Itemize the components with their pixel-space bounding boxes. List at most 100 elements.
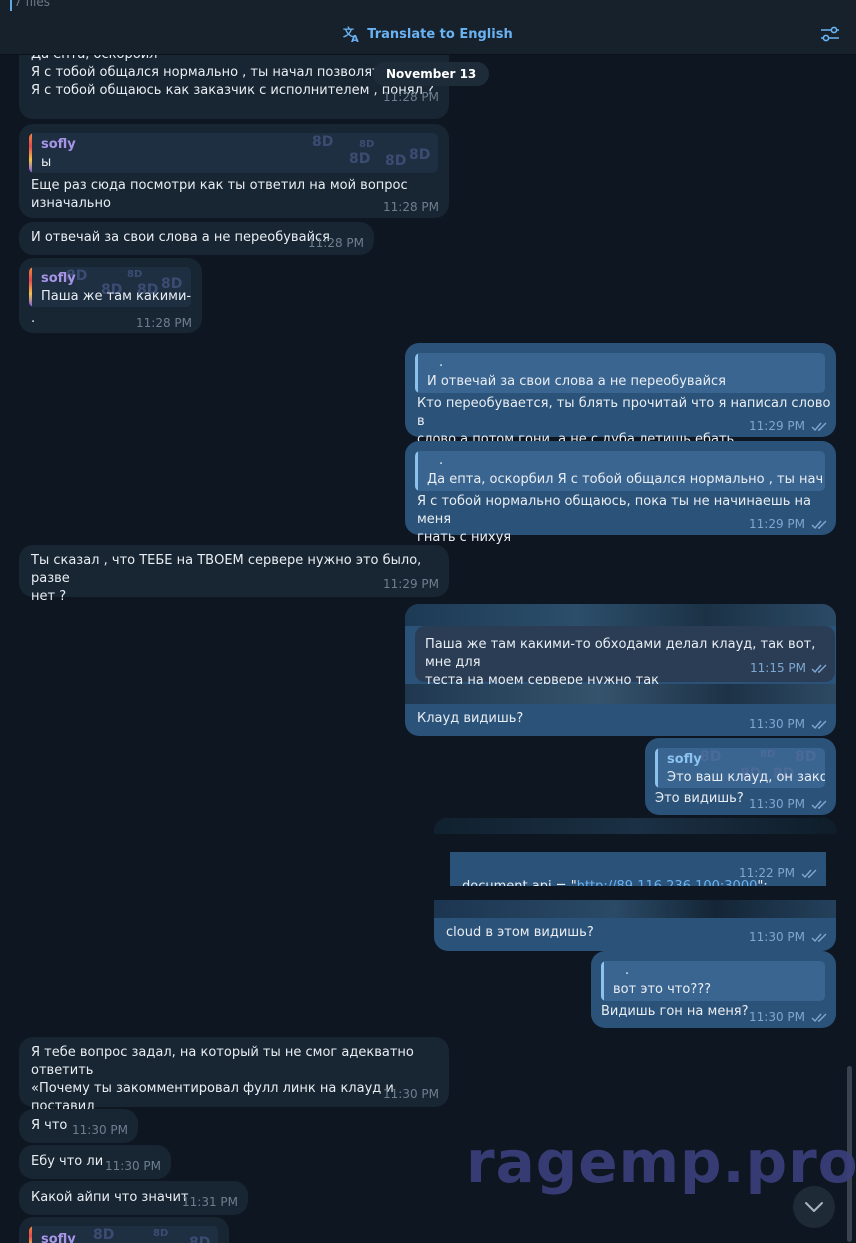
shared-files-strip[interactable]: 7 files — [0, 0, 856, 15]
reply-pattern: 8D — [349, 151, 371, 167]
read-receipt-icon — [811, 720, 827, 730]
message-time: 11:29 PM — [749, 517, 805, 531]
reply-accent-bar — [415, 353, 418, 393]
reply-author: . — [625, 963, 630, 978]
scroll-to-bottom-button[interactable] — [793, 1186, 835, 1228]
message-text: Клауд видишь? — [417, 711, 524, 726]
incoming-message[interactable]: 8D 8D 8D 8D 8D sofly ы Еще раз сюда посм… — [19, 124, 449, 218]
message-text: Ебу что ли — [31, 1154, 104, 1169]
incoming-message[interactable]: Какой айпи что значит 11:31 PM — [19, 1181, 248, 1215]
reply-author: . — [439, 355, 444, 370]
message-time: 11:31 PM — [182, 1195, 238, 1209]
reply-text: И отвечай за свои слова а не переобувайс… — [427, 374, 726, 389]
outgoing-message[interactable]: . вот это что??? Видишь гон на меня? 11:… — [591, 951, 836, 1028]
message-time: 11:30 PM — [749, 717, 805, 731]
incoming-message[interactable]: 8D 8D 8D sofly — [19, 1217, 229, 1243]
media-preview[interactable] — [405, 604, 836, 626]
files-count: 7 files — [10, 0, 50, 11]
reply-pattern: 8D — [700, 749, 722, 765]
reply-accent-bar — [655, 748, 658, 788]
message-text: Какой айпи что значит — [31, 1190, 189, 1205]
message-text: . — [31, 311, 36, 326]
reply-accent-bar — [29, 267, 32, 307]
reply-author: sofly — [41, 1232, 76, 1243]
reply-preview[interactable]: . Да епта, оскорбил Я с тобой общался но… — [415, 451, 825, 491]
reply-text: ы — [41, 155, 52, 170]
reply-author: sofly — [41, 271, 76, 286]
chevron-down-icon — [805, 1202, 823, 1212]
code-gap — [434, 852, 450, 886]
message-time: 11:30 PM — [749, 930, 805, 944]
watermark-logo: ragemp.pro — [466, 1128, 856, 1196]
incoming-message[interactable]: Ебу что ли 11:30 PM — [19, 1145, 171, 1179]
message-time: 11:28 PM — [308, 236, 364, 250]
read-receipt-icon — [811, 933, 827, 943]
incoming-message[interactable]: Ты сказал , что ТЕБЕ на ТВОЕМ сервере ну… — [19, 545, 449, 604]
read-receipt-icon — [811, 800, 827, 810]
outgoing-message[interactable]: document.api = "http://89.116.236.100:30… — [434, 818, 836, 951]
reply-text: Да епта, оскорбил Я с тобой общался норм… — [427, 472, 823, 487]
reply-accent-bar — [29, 1226, 32, 1243]
code-gap — [434, 834, 836, 852]
message-text: И отвечай за свои слова а не переобувайс… — [31, 230, 330, 245]
incoming-message[interactable]: И отвечай за свои слова а не переобувайс… — [19, 222, 374, 255]
message-text: Еще раз сюда посмотри как ты ответил на … — [31, 178, 408, 211]
forwarded-bubble[interactable]: Паша же там какими-то обходами делал кла… — [415, 626, 835, 688]
outgoing-message[interactable]: 8D 8D 8D 8D 8D sofly Это ваш клауд, он з… — [645, 738, 836, 815]
reply-pattern: 8D — [93, 1227, 115, 1243]
message-text: Я что — [31, 1118, 68, 1133]
message-time: 11:29 PM — [749, 419, 805, 433]
message-text: Видишь гон на меня? — [601, 1004, 749, 1019]
chat-history[interactable]: Да епта, оскорбил Я с тобой общался норм… — [0, 55, 842, 1243]
reply-pattern: 8D — [409, 147, 431, 163]
message-time: 11:28 PM — [383, 200, 439, 214]
settings-sliders-icon[interactable] — [820, 25, 840, 43]
reply-text: Это ваш клауд, он зако... — [667, 770, 825, 785]
message-time: 11:29 PM — [383, 577, 439, 591]
message-time: 11:30 PM — [105, 1159, 161, 1173]
reply-preview[interactable]: 8D 8D 8D 8D 8D sofly ы — [29, 133, 438, 173]
media-preview[interactable] — [434, 900, 836, 918]
translate-bar: 文 A Translate to English — [0, 14, 856, 55]
reply-author: . — [439, 453, 444, 468]
translate-button[interactable]: 文 A Translate to English — [343, 25, 512, 43]
reply-preview[interactable]: 8D 8D 8D 8D 8D sofly Это ваш клауд, он з… — [655, 748, 825, 788]
outgoing-message[interactable]: Паша же там какими-то обходами делал кла… — [405, 604, 836, 736]
code-message[interactable]: document.api = "http://89.116.236.100:30… — [450, 852, 826, 894]
reply-preview[interactable]: . И отвечай за свои слова а не переобува… — [415, 353, 825, 393]
reply-preview[interactable]: . вот это что??? — [601, 961, 825, 1001]
read-receipt-icon — [811, 664, 827, 674]
reply-pattern: 8D — [359, 139, 375, 150]
message-time: 11:15 PM — [750, 661, 806, 675]
reply-pattern: 8D — [312, 134, 334, 150]
read-receipt-icon — [801, 869, 817, 879]
reply-pattern: 8D — [385, 153, 407, 169]
reply-text: вот это что??? — [613, 982, 712, 997]
reply-author: sofly — [41, 137, 76, 152]
reply-text: Паша же там какими-... — [41, 289, 191, 304]
media-preview[interactable] — [405, 684, 836, 704]
read-receipt-icon — [811, 1013, 827, 1023]
reply-pattern: 8D — [795, 749, 817, 765]
reply-preview[interactable]: 8D 8D 8D 8D 8D sofly Паша же там какими-… — [29, 267, 191, 307]
message-time: 11:28 PM — [136, 316, 192, 330]
reply-accent-bar — [415, 451, 418, 491]
outgoing-message[interactable]: . Да епта, оскорбил Я с тобой общался но… — [405, 441, 836, 545]
code-gap — [434, 886, 836, 900]
translate-label: Translate to English — [367, 26, 513, 42]
reply-pattern: 8D — [189, 1235, 211, 1243]
incoming-message[interactable]: Я что 11:30 PM — [19, 1109, 138, 1143]
reply-accent-bar — [601, 961, 604, 1001]
reply-pattern: 8D — [153, 1228, 169, 1239]
translate-icon: 文 A — [343, 25, 359, 43]
incoming-message[interactable]: Я тебе вопрос задал, на который ты не см… — [19, 1037, 449, 1132]
incoming-message[interactable]: 8D 8D 8D 8D 8D sofly Паша же там какими-… — [19, 258, 202, 333]
message-time: 11:30 PM — [749, 1010, 805, 1024]
message-time: 11:30 PM — [72, 1123, 128, 1137]
media-preview[interactable] — [434, 818, 836, 834]
message-time: 11:22 PM — [739, 866, 795, 880]
outgoing-message[interactable]: . И отвечай за свои слова а не переобува… — [405, 343, 836, 447]
reply-preview[interactable]: 8D 8D 8D sofly — [29, 1226, 218, 1243]
message-time: 11:28 PM — [383, 90, 439, 104]
message-time: 11:30 PM — [749, 797, 805, 811]
